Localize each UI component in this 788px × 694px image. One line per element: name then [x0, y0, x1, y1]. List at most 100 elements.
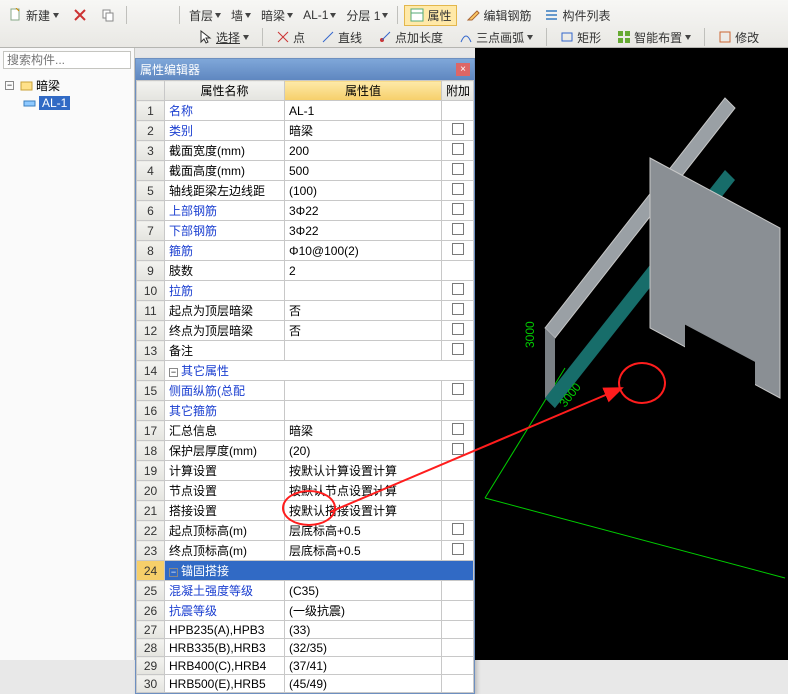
row-number[interactable]: 17	[137, 421, 165, 441]
prop-extra[interactable]	[442, 581, 474, 601]
prop-value[interactable]: 按默认计算设置计算	[285, 461, 442, 481]
row-number[interactable]: 5	[137, 181, 165, 201]
collapse-icon[interactable]: −	[169, 568, 178, 577]
row-number[interactable]: 4	[137, 161, 165, 181]
propwin-titlebar[interactable]: 属性编辑器 ×	[136, 59, 474, 80]
table-row[interactable]: 8箍筋Φ10@100(2)	[137, 241, 474, 261]
row-number[interactable]: 15	[137, 381, 165, 401]
checkbox[interactable]	[452, 143, 464, 155]
col-val[interactable]: 属性值	[285, 81, 442, 101]
prop-value[interactable]: AL-1	[285, 101, 442, 121]
prop-extra[interactable]	[442, 301, 474, 321]
new-button[interactable]: 新建	[4, 5, 64, 26]
table-row[interactable]: 19计算设置按默认计算设置计算	[137, 461, 474, 481]
row-number[interactable]: 13	[137, 341, 165, 361]
row-number[interactable]: 26	[137, 601, 165, 621]
prop-value[interactable]: 层底标高+0.5	[285, 521, 442, 541]
component-dropdown[interactable]: AL-1	[300, 7, 339, 23]
prop-value[interactable]: 500	[285, 161, 442, 181]
category-dropdown[interactable]: 墙	[228, 6, 254, 25]
prop-value[interactable]: (100)	[285, 181, 442, 201]
prop-extra[interactable]	[442, 639, 474, 657]
table-row[interactable]: 15侧面纵筋(总配	[137, 381, 474, 401]
prop-value[interactable]	[285, 281, 442, 301]
checkbox[interactable]	[452, 203, 464, 215]
prop-extra[interactable]	[442, 657, 474, 675]
prop-value[interactable]: Φ10@100(2)	[285, 241, 442, 261]
line-button[interactable]: 直线	[316, 27, 367, 48]
prop-extra[interactable]	[442, 521, 474, 541]
table-row[interactable]: 16其它箍筋	[137, 401, 474, 421]
point-length-button[interactable]: 点加长度	[373, 27, 448, 48]
prop-value[interactable]: 暗梁	[285, 421, 442, 441]
row-number[interactable]: 7	[137, 221, 165, 241]
checkbox[interactable]	[452, 283, 464, 295]
arc3-button[interactable]: 三点画弧	[454, 27, 538, 48]
row-number[interactable]: 19	[137, 461, 165, 481]
row-number[interactable]: 21	[137, 501, 165, 521]
modify-button[interactable]: 修改	[713, 27, 764, 48]
col-ext[interactable]: 附加	[442, 81, 474, 101]
checkbox[interactable]	[452, 123, 464, 135]
table-row[interactable]: 14−其它属性	[137, 361, 474, 381]
prop-value[interactable]: (37/41)	[285, 657, 442, 675]
table-row[interactable]: 22起点顶标高(m)层底标高+0.5	[137, 521, 474, 541]
checkbox[interactable]	[452, 303, 464, 315]
prop-value[interactable]: (一级抗震)	[285, 601, 442, 621]
prop-value[interactable]: 3Φ22	[285, 201, 442, 221]
copy-button[interactable]	[96, 6, 120, 24]
checkbox[interactable]	[452, 223, 464, 235]
prop-extra[interactable]	[442, 141, 474, 161]
table-row[interactable]: 25混凝土强度等级(C35)	[137, 581, 474, 601]
row-number[interactable]: 8	[137, 241, 165, 261]
row-number[interactable]: 14	[137, 361, 165, 381]
prop-extra[interactable]	[442, 241, 474, 261]
prop-extra[interactable]	[442, 461, 474, 481]
rect-button[interactable]: 矩形	[555, 27, 606, 48]
point-button[interactable]: 点	[271, 27, 310, 48]
row-number[interactable]: 12	[137, 321, 165, 341]
checkbox[interactable]	[452, 323, 464, 335]
table-row[interactable]: 17汇总信息暗梁	[137, 421, 474, 441]
prop-value[interactable]	[285, 341, 442, 361]
prop-value[interactable]: (32/35)	[285, 639, 442, 657]
table-row[interactable]: 10拉筋	[137, 281, 474, 301]
prop-value[interactable]: (C35)	[285, 581, 442, 601]
prop-extra[interactable]	[442, 541, 474, 561]
delete-button[interactable]	[68, 6, 92, 24]
table-row[interactable]: 2类别暗梁	[137, 121, 474, 141]
prop-value[interactable]: 按默认节点设置计算	[285, 481, 442, 501]
table-row[interactable]: 21搭接设置按默认搭接设置计算	[137, 501, 474, 521]
table-row[interactable]: 29HRB400(C),HRB4(37/41)	[137, 657, 474, 675]
checkbox[interactable]	[452, 543, 464, 555]
row-number[interactable]: 22	[137, 521, 165, 541]
row-number[interactable]: 27	[137, 621, 165, 639]
layer-dropdown[interactable]: 分层 1	[343, 6, 391, 25]
table-row[interactable]: 13备注	[137, 341, 474, 361]
prop-value[interactable]: 否	[285, 301, 442, 321]
col-name[interactable]: 属性名称	[165, 81, 285, 101]
row-number[interactable]: 25	[137, 581, 165, 601]
table-row[interactable]: 7下部钢筋3Φ22	[137, 221, 474, 241]
smart-layout-button[interactable]: 智能布置	[612, 27, 696, 48]
prop-extra[interactable]	[442, 621, 474, 639]
prop-value[interactable]: 按默认搭接设置计算	[285, 501, 442, 521]
prop-value[interactable]: (33)	[285, 621, 442, 639]
table-row[interactable]: 11起点为顶层暗梁否	[137, 301, 474, 321]
row-number[interactable]: 1	[137, 101, 165, 121]
component-list-button[interactable]: 构件列表	[540, 5, 615, 26]
tree-item-al1[interactable]: AL-1	[21, 95, 131, 111]
row-number[interactable]: 3	[137, 141, 165, 161]
checkbox[interactable]	[452, 243, 464, 255]
prop-extra[interactable]	[442, 161, 474, 181]
select-button[interactable]: 选择	[194, 27, 254, 48]
table-row[interactable]: 18保护层厚度(mm)(20)	[137, 441, 474, 461]
row-number[interactable]: 6	[137, 201, 165, 221]
table-row[interactable]: 6上部钢筋3Φ22	[137, 201, 474, 221]
prop-extra[interactable]	[442, 401, 474, 421]
prop-value[interactable]: 3Φ22	[285, 221, 442, 241]
prop-value[interactable]: 暗梁	[285, 121, 442, 141]
row-number[interactable]: 11	[137, 301, 165, 321]
prop-value[interactable]: 200	[285, 141, 442, 161]
prop-extra[interactable]	[442, 221, 474, 241]
